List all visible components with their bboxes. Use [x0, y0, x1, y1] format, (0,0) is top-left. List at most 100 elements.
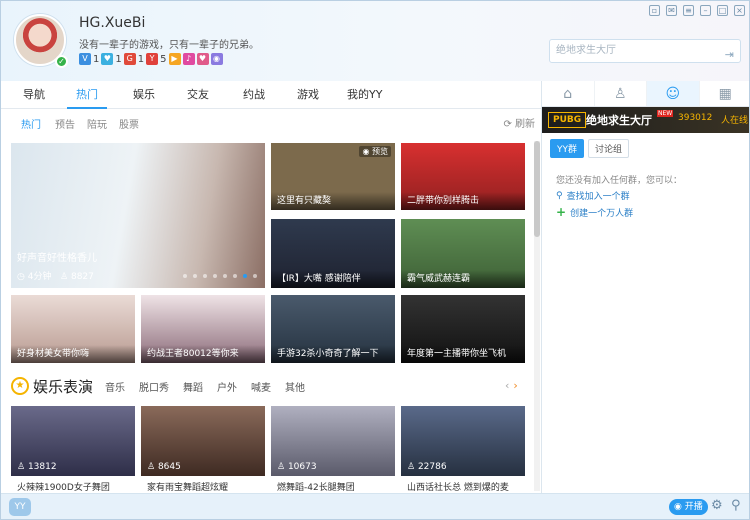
message-icon[interactable]: ✉ [666, 5, 677, 16]
carousel-dot[interactable] [203, 274, 207, 278]
stream-title: 好身材美女带你嗨 [11, 345, 135, 363]
carousel-dots [183, 274, 257, 278]
carousel-dot[interactable] [183, 274, 187, 278]
subnav-hot[interactable]: 热门 [21, 116, 41, 131]
search-go-icon[interactable]: ⇥ [725, 44, 734, 66]
music-badge-icon[interactable]: ♪ [182, 53, 195, 65]
viewer-icon: ♙ [17, 462, 28, 472]
group-icon[interactable]: ☺ [647, 81, 700, 106]
nav-item-home[interactable]: 导航 [23, 81, 45, 109]
search-icon[interactable]: ⚲ [731, 498, 741, 513]
plus-icon: + [556, 205, 567, 219]
game-badge-icon[interactable]: G [123, 53, 136, 65]
nav-item-hot[interactable]: 热门 [67, 81, 107, 109]
stream-tile[interactable]: ♙ 10673 [271, 406, 395, 476]
create-group-link[interactable]: + 创建一个万人群 [556, 205, 633, 219]
featured-stream-tile[interactable]: 好声音好性格香儿 ◷ 4分钟 ♙ 8827 [11, 143, 265, 288]
yy-main-window: ✓ HG.XueBi 没有一辈子的游戏，只有一辈子的兄弟。 V 1 ♥ 1 G … [0, 0, 750, 520]
sub-nav: 热门 预告 陪玩 股票 ⟳ 刷新 [1, 109, 541, 135]
user-signature[interactable]: 没有一辈子的游戏，只有一辈子的兄弟。 [79, 36, 259, 51]
stream-tile[interactable]: 年度第一主播带你坐飞机 [401, 295, 525, 363]
carousel-dot-active[interactable] [243, 274, 247, 278]
maximize-icon[interactable]: □ [717, 5, 728, 16]
subnav-companion[interactable]: 陪玩 [87, 116, 107, 131]
section-tab-mc[interactable]: 喊麦 [251, 379, 271, 394]
section-tab-other[interactable]: 其他 [285, 379, 305, 394]
vip-badge-icon[interactable]: V [79, 53, 91, 65]
tab-yy-group[interactable]: YY群 [550, 139, 584, 158]
next-arrow-icon[interactable]: › [513, 379, 517, 392]
stream-title[interactable]: 家有雨宝舞蹈超炫耀 [147, 480, 228, 493]
pubg-hall-banner[interactable]: PUBG 绝地求生大厅 NEW 393012 人在线 [542, 107, 749, 133]
profile-header: ✓ HG.XueBi 没有一辈子的游戏，只有一辈子的兄弟。 V 1 ♥ 1 G … [1, 1, 749, 81]
stream-title: 年度第一主播带你坐飞机 [401, 345, 525, 363]
user-icon[interactable]: ♙ [595, 81, 647, 106]
carousel-dot[interactable] [253, 274, 257, 278]
stream-title[interactable]: 火辣辣1900D女子舞团 [17, 480, 110, 493]
apps-icon[interactable]: ▦ [700, 81, 750, 106]
skin-icon[interactable]: ▫ [649, 5, 660, 16]
featured-viewers: 8827 [70, 272, 94, 282]
section-pager: ‹ › [505, 379, 518, 392]
nav-item-games[interactable]: 游戏 [297, 81, 319, 109]
go-live-button[interactable]: ◉ 开播 [669, 499, 708, 515]
scrollbar-thumb[interactable] [534, 141, 540, 237]
viewer-icon: ♙ [277, 462, 288, 472]
stream-tile[interactable]: ◉ 预览 这里有只藏獒 [271, 143, 395, 210]
stream-title[interactable]: 山西话社长总 燃到爆的麦 [407, 480, 509, 493]
subnav-preview[interactable]: 预告 [55, 116, 75, 131]
heart-badge-icon[interactable]: ♥ [101, 53, 114, 65]
stream-tile[interactable]: 好身材美女带你嗨 [11, 295, 135, 363]
banner-title: 绝地求生大厅 [586, 114, 652, 127]
carousel-dot[interactable] [233, 274, 237, 278]
yy-logo-icon[interactable]: YY [9, 498, 31, 516]
viewer-count: ♙ 10673 [277, 462, 317, 472]
stream-tile[interactable]: ♙ 22786 [401, 406, 525, 476]
carousel-dot[interactable] [223, 274, 227, 278]
section-tab-talkshow[interactable]: 脱口秀 [139, 379, 169, 394]
live-icon: ◉ [674, 502, 685, 512]
viewer-count: ♙ 8645 [147, 462, 181, 472]
carousel-dot[interactable] [213, 274, 217, 278]
badge-row: V 1 ♥ 1 G 1 Y 5 ▶ ♪ ♥ ◉ [79, 53, 223, 65]
stream-tile[interactable]: ♙ 8645 [141, 406, 265, 476]
home-icon[interactable]: ⌂ [542, 81, 595, 106]
minimize-icon[interactable]: – [700, 5, 711, 16]
live-badge-icon[interactable]: ▶ [168, 53, 181, 65]
nav-item-friends[interactable]: 交友 [187, 81, 209, 109]
gear-icon[interactable]: ⚙ [711, 498, 723, 513]
stream-tile[interactable]: 约战王者80012等你来 [141, 295, 265, 363]
stream-title: 手游32杀小奇奇了解一下 [271, 345, 395, 363]
section-title[interactable]: 娱乐表演 [33, 376, 93, 397]
stream-tile[interactable]: 二胖带你别样腾击 [401, 143, 525, 210]
content-scrollbar[interactable] [534, 141, 540, 491]
search-input[interactable]: 绝地求生大厅 ⇥ [549, 39, 741, 63]
section-tab-outdoor[interactable]: 户外 [217, 379, 237, 394]
stream-tile[interactable]: 霸气威武赫连霸 [401, 219, 525, 288]
username[interactable]: HG.XueBi [79, 15, 145, 31]
section-tab-music[interactable]: 音乐 [105, 379, 125, 394]
find-group-link[interactable]: ⚲ 查找加入一个群 [556, 189, 630, 203]
subnav-stock[interactable]: 股票 [119, 116, 139, 131]
refresh-button[interactable]: ⟳ 刷新 [503, 115, 535, 130]
close-icon[interactable]: × [734, 5, 745, 16]
stream-tile[interactable]: 手游32杀小奇奇了解一下 [271, 295, 395, 363]
section-tab-dance[interactable]: 舞蹈 [183, 379, 203, 394]
stream-tile[interactable]: ♙ 13812 [11, 406, 135, 476]
right-panel: ⌂ ♙ ☺ ▦ PUBG 绝地求生大厅 NEW 393012 人在线 YY群 讨… [541, 81, 750, 493]
nav-item-my-yy[interactable]: 我的YY [347, 81, 382, 109]
create-group-label: 创建一个万人群 [570, 208, 634, 219]
carousel-dot[interactable] [193, 274, 197, 278]
nav-item-entertainment[interactable]: 娱乐 [133, 81, 155, 109]
viewer-icon: ♙ [147, 462, 158, 472]
nav-item-battle[interactable]: 约战 [243, 81, 265, 109]
stream-tile[interactable]: 【IR】大嘴 感谢陪伴 [271, 219, 395, 288]
level-badge-icon[interactable]: Y [146, 53, 159, 65]
preview-tag: ◉ 预览 [359, 146, 391, 157]
prev-arrow-icon[interactable]: ‹ [505, 379, 509, 392]
tab-discussion[interactable]: 讨论组 [588, 139, 630, 158]
eye-badge-icon[interactable]: ◉ [210, 53, 223, 65]
settings-icon[interactable]: ≡ [683, 5, 694, 16]
love-badge-icon[interactable]: ♥ [196, 53, 209, 65]
stream-title[interactable]: 燃舞蹈-42长腿舞团 [277, 480, 355, 493]
